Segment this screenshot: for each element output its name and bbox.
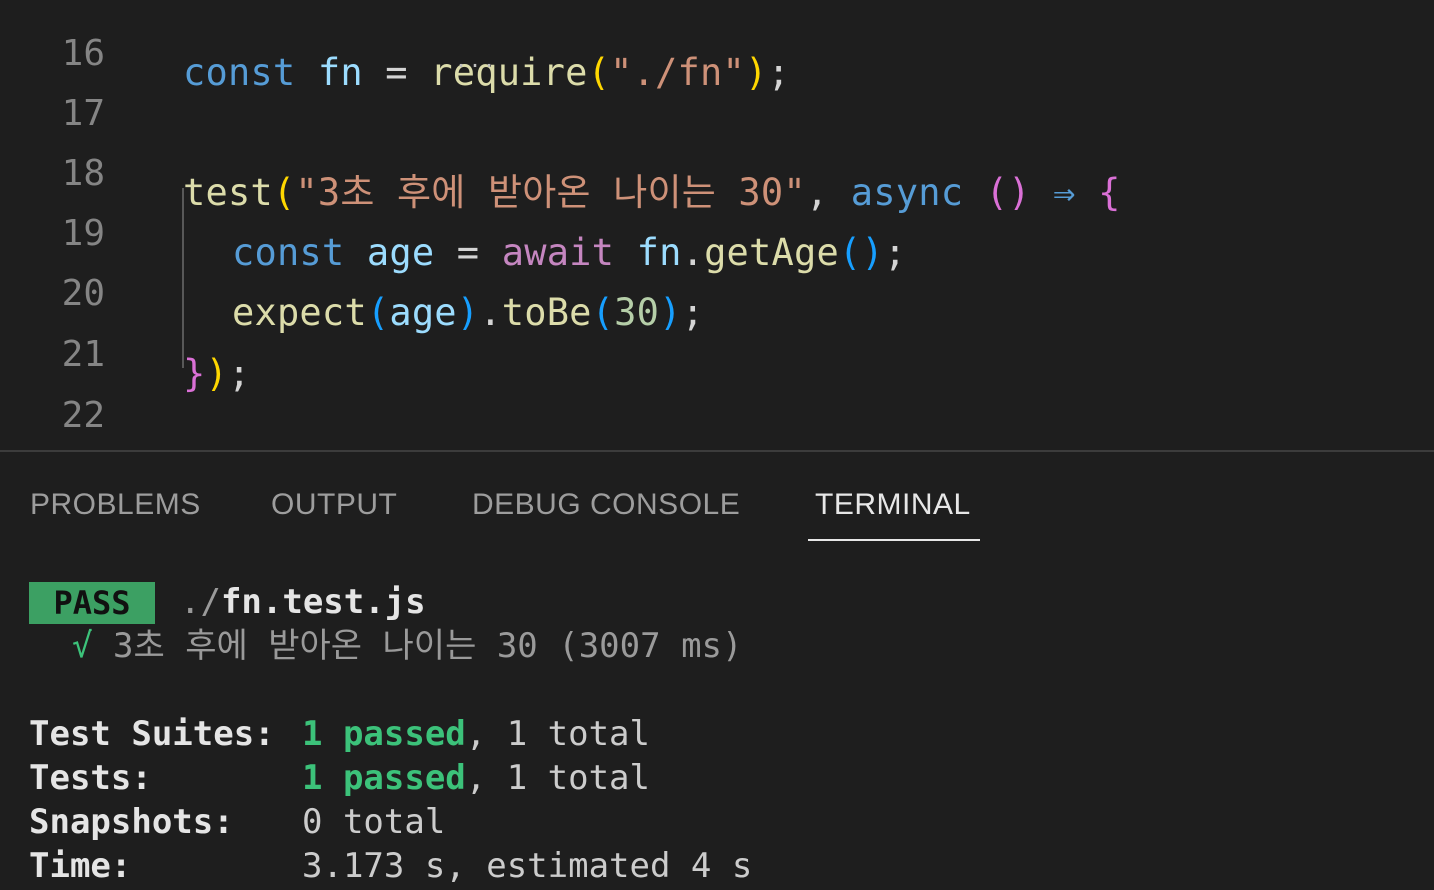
code-line-21[interactable]: 21 });	[0, 306, 1434, 395]
test-file-path: ./fn.test.js	[180, 582, 426, 622]
active-tab-indicator	[808, 539, 980, 541]
summary-tests-value: 1 passed, 1 total	[302, 758, 650, 798]
panel-tabs: PROBLEMS OUTPUT DEBUG CONSOLE TERMINAL	[0, 452, 1434, 544]
check-icon: √	[72, 626, 93, 666]
code-line-19[interactable]: 19 const age = await fn.getAge();	[0, 185, 1434, 274]
tab-terminal[interactable]: TERMINAL	[815, 488, 971, 522]
code-line-17[interactable]: 17	[0, 65, 1434, 134]
bottom-panel: PROBLEMS OUTPUT DEBUG CONSOLE TERMINAL P…	[0, 450, 1434, 890]
code-line-22[interactable]: 22	[0, 367, 1434, 436]
code-line-18[interactable]: 18 test("3초 후에 받아온 나이는 30", async () ⇒ {	[0, 125, 1434, 214]
summary-test-suites-value: 1 passed, 1 total	[302, 714, 650, 754]
pass-badge: PASS	[29, 582, 155, 624]
line-number: 22	[61, 395, 105, 436]
tab-problems[interactable]: PROBLEMS	[30, 488, 201, 522]
test-result-line: √ 3초 후에 받아온 나이는 30 (3007 ms)	[72, 626, 743, 666]
code-editor[interactable]: 16 const fn = require("./fn"); ... 17 18…	[0, 0, 1434, 450]
summary-time: Time:	[29, 846, 132, 886]
summary-snapshots: Snapshots:	[29, 802, 234, 842]
summary-snapshots-value: 0 total	[302, 802, 446, 842]
tab-output[interactable]: OUTPUT	[271, 488, 397, 522]
code-line-20[interactable]: 20 expect(age).toBe(30);	[0, 245, 1434, 334]
summary-time-value: 3.173 s, estimated 4 s	[302, 846, 753, 886]
summary-test-suites: Test Suites:	[29, 714, 275, 754]
code-line-16[interactable]: 16 const fn = require("./fn");	[0, 5, 1434, 94]
tab-debug-console[interactable]: DEBUG CONSOLE	[472, 488, 740, 522]
summary-tests: Tests:	[29, 758, 152, 798]
